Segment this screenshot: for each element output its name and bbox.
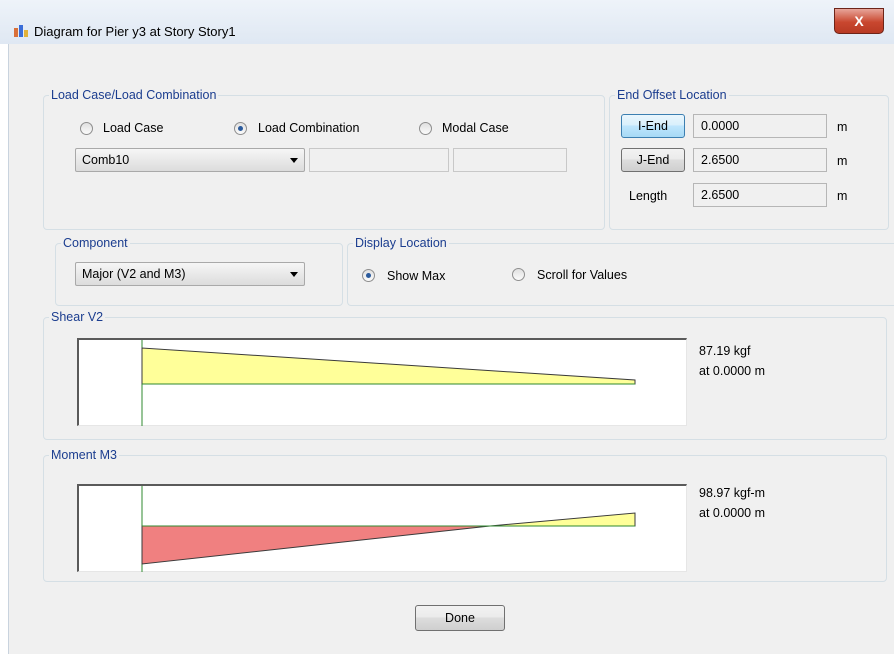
shear-max-location: at 0.0000 m (699, 364, 766, 378)
length-unit: m (837, 189, 848, 203)
chevron-down-icon (290, 158, 298, 163)
component-legend: Component (63, 236, 128, 250)
i-end-button[interactable]: I-End (621, 114, 685, 138)
i-end-value: 0.0000 (701, 119, 740, 133)
radio-modal-case-label[interactable]: Modal Case (442, 121, 509, 135)
window-title: Diagram for Pier y3 at Story Story1 (34, 24, 236, 39)
radio-show-max-label[interactable]: Show Max (387, 269, 445, 283)
load-combination-value: Comb10 (82, 153, 130, 167)
j-end-unit: m (837, 154, 848, 168)
radio-scroll-for-values[interactable] (512, 268, 525, 281)
radio-load-case[interactable] (80, 122, 93, 135)
radio-load-case-label[interactable]: Load Case (103, 121, 163, 135)
radio-scroll-for-values-label[interactable]: Scroll for Values (537, 268, 627, 282)
shear-positive-area (141, 347, 636, 385)
radio-show-max[interactable] (362, 269, 375, 282)
step-field-1 (309, 148, 449, 172)
chevron-down-icon (290, 272, 298, 277)
end-offset-legend: End Offset Location (617, 88, 727, 102)
length-label: Length (629, 189, 668, 203)
moment-positive-area (489, 512, 636, 527)
moment-negative-area (141, 525, 491, 565)
app-icon (14, 25, 28, 37)
moment-diagram (77, 484, 687, 572)
moment-max-value: 98.97 kgf-m (699, 486, 766, 500)
radio-load-combination[interactable] (234, 122, 247, 135)
close-button[interactable]: X (834, 8, 884, 34)
dialog-client: Load Case/Load Combination Load Case Loa… (8, 44, 894, 654)
length-field: 2.6500 (693, 183, 827, 207)
moment-diagram-svg (141, 486, 636, 572)
radio-modal-case[interactable] (419, 122, 432, 135)
j-end-button[interactable]: J-End (621, 148, 685, 172)
component-value: Major (V2 and M3) (82, 267, 186, 281)
title-bar: Diagram for Pier y3 at Story Story1 X (0, 0, 894, 44)
display-location-legend: Display Location (355, 236, 447, 250)
shear-diagram (77, 338, 687, 426)
done-button[interactable]: Done (415, 605, 505, 631)
shear-legend: Shear V2 (51, 310, 104, 324)
j-end-value: 2.6500 (701, 153, 740, 167)
component-select[interactable]: Major (V2 and M3) (75, 262, 305, 286)
moment-legend: Moment M3 (51, 448, 117, 462)
load-case-legend: Load Case/Load Combination (51, 88, 217, 102)
i-end-unit: m (837, 120, 848, 134)
step-field-2 (453, 148, 567, 172)
j-end-field[interactable]: 2.6500 (693, 148, 827, 172)
shear-diagram-svg (141, 340, 636, 426)
radio-load-combination-label[interactable]: Load Combination (258, 121, 359, 135)
length-value: 2.6500 (701, 188, 740, 202)
load-combination-select[interactable]: Comb10 (75, 148, 305, 172)
shear-max-value: 87.19 kgf (699, 344, 751, 358)
moment-max-location: at 0.0000 m (699, 506, 766, 520)
i-end-field[interactable]: 0.0000 (693, 114, 827, 138)
